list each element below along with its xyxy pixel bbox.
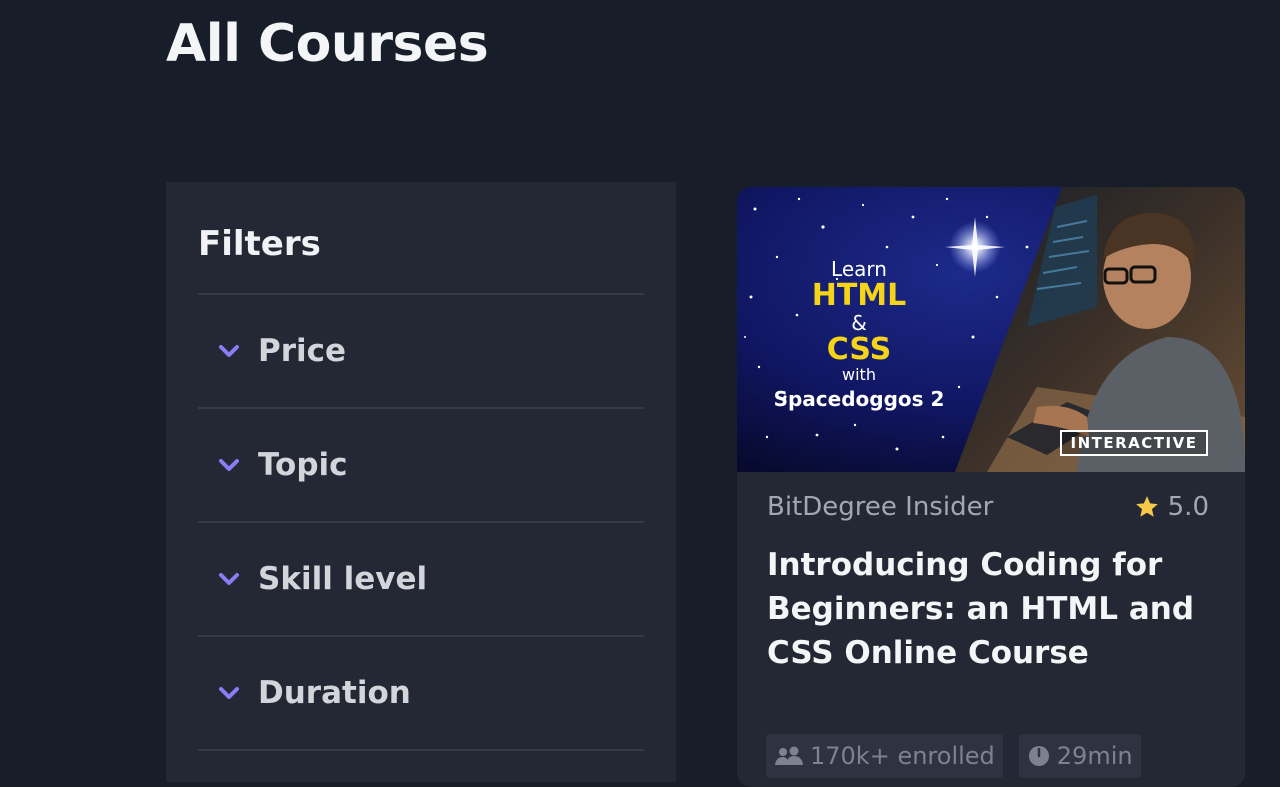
duration-value: 29min (1056, 742, 1133, 770)
enrolled-count: 170k+ enrolled (810, 742, 995, 770)
course-title[interactable]: Introducing Coding for Beginners: an HTM… (767, 543, 1227, 675)
filter-label: Price (258, 333, 347, 369)
rating-value: 5.0 (1167, 492, 1209, 522)
filters-panel: Filters Price Topic Skill level Duration (166, 182, 676, 782)
filter-skill-level[interactable]: Skill level (198, 523, 644, 637)
chevron-down-icon (218, 568, 240, 590)
clock-icon (1028, 746, 1049, 766)
filter-label: Skill level (258, 561, 428, 597)
page-title: All Courses (166, 14, 489, 74)
thumbnail-line: Learn (831, 257, 887, 281)
duration-chip: 29min (1018, 734, 1141, 778)
thumbnail-line: HTML (811, 278, 907, 313)
chevron-down-icon (218, 682, 240, 704)
filter-label: Topic (258, 447, 348, 483)
thumbnail-line: Spacedoggos 2 (773, 387, 945, 411)
filter-price[interactable]: Price (198, 295, 644, 409)
thumbnail-line: with (842, 365, 876, 384)
filter-label: Duration (258, 675, 411, 711)
users-icon (775, 746, 803, 765)
course-stats: 170k+ enrolled 29min (766, 734, 1141, 778)
course-author[interactable]: BitDegree Insider (767, 492, 993, 522)
enrolled-chip: 170k+ enrolled (766, 734, 1003, 778)
course-meta: BitDegree Insider 5.0 (767, 492, 1209, 522)
filter-topic[interactable]: Topic (198, 409, 644, 523)
course-rating: 5.0 (1134, 492, 1209, 522)
interactive-badge: INTERACTIVE (1060, 430, 1208, 456)
thumbnail-line: CSS (826, 332, 892, 367)
thumbnail-text: Learn HTML & CSS with Spacedoggos 2 (757, 259, 961, 409)
chevron-down-icon (218, 454, 240, 476)
thumbnail-line: & (851, 311, 867, 335)
filter-duration[interactable]: Duration (198, 637, 644, 751)
star-icon (1135, 496, 1158, 517)
filters-title: Filters (198, 182, 644, 295)
course-thumbnail[interactable]: Learn HTML & CSS with Spacedoggos 2 INTE… (737, 187, 1245, 472)
chevron-down-icon (218, 340, 240, 362)
course-card[interactable]: Learn HTML & CSS with Spacedoggos 2 INTE… (737, 187, 1245, 787)
